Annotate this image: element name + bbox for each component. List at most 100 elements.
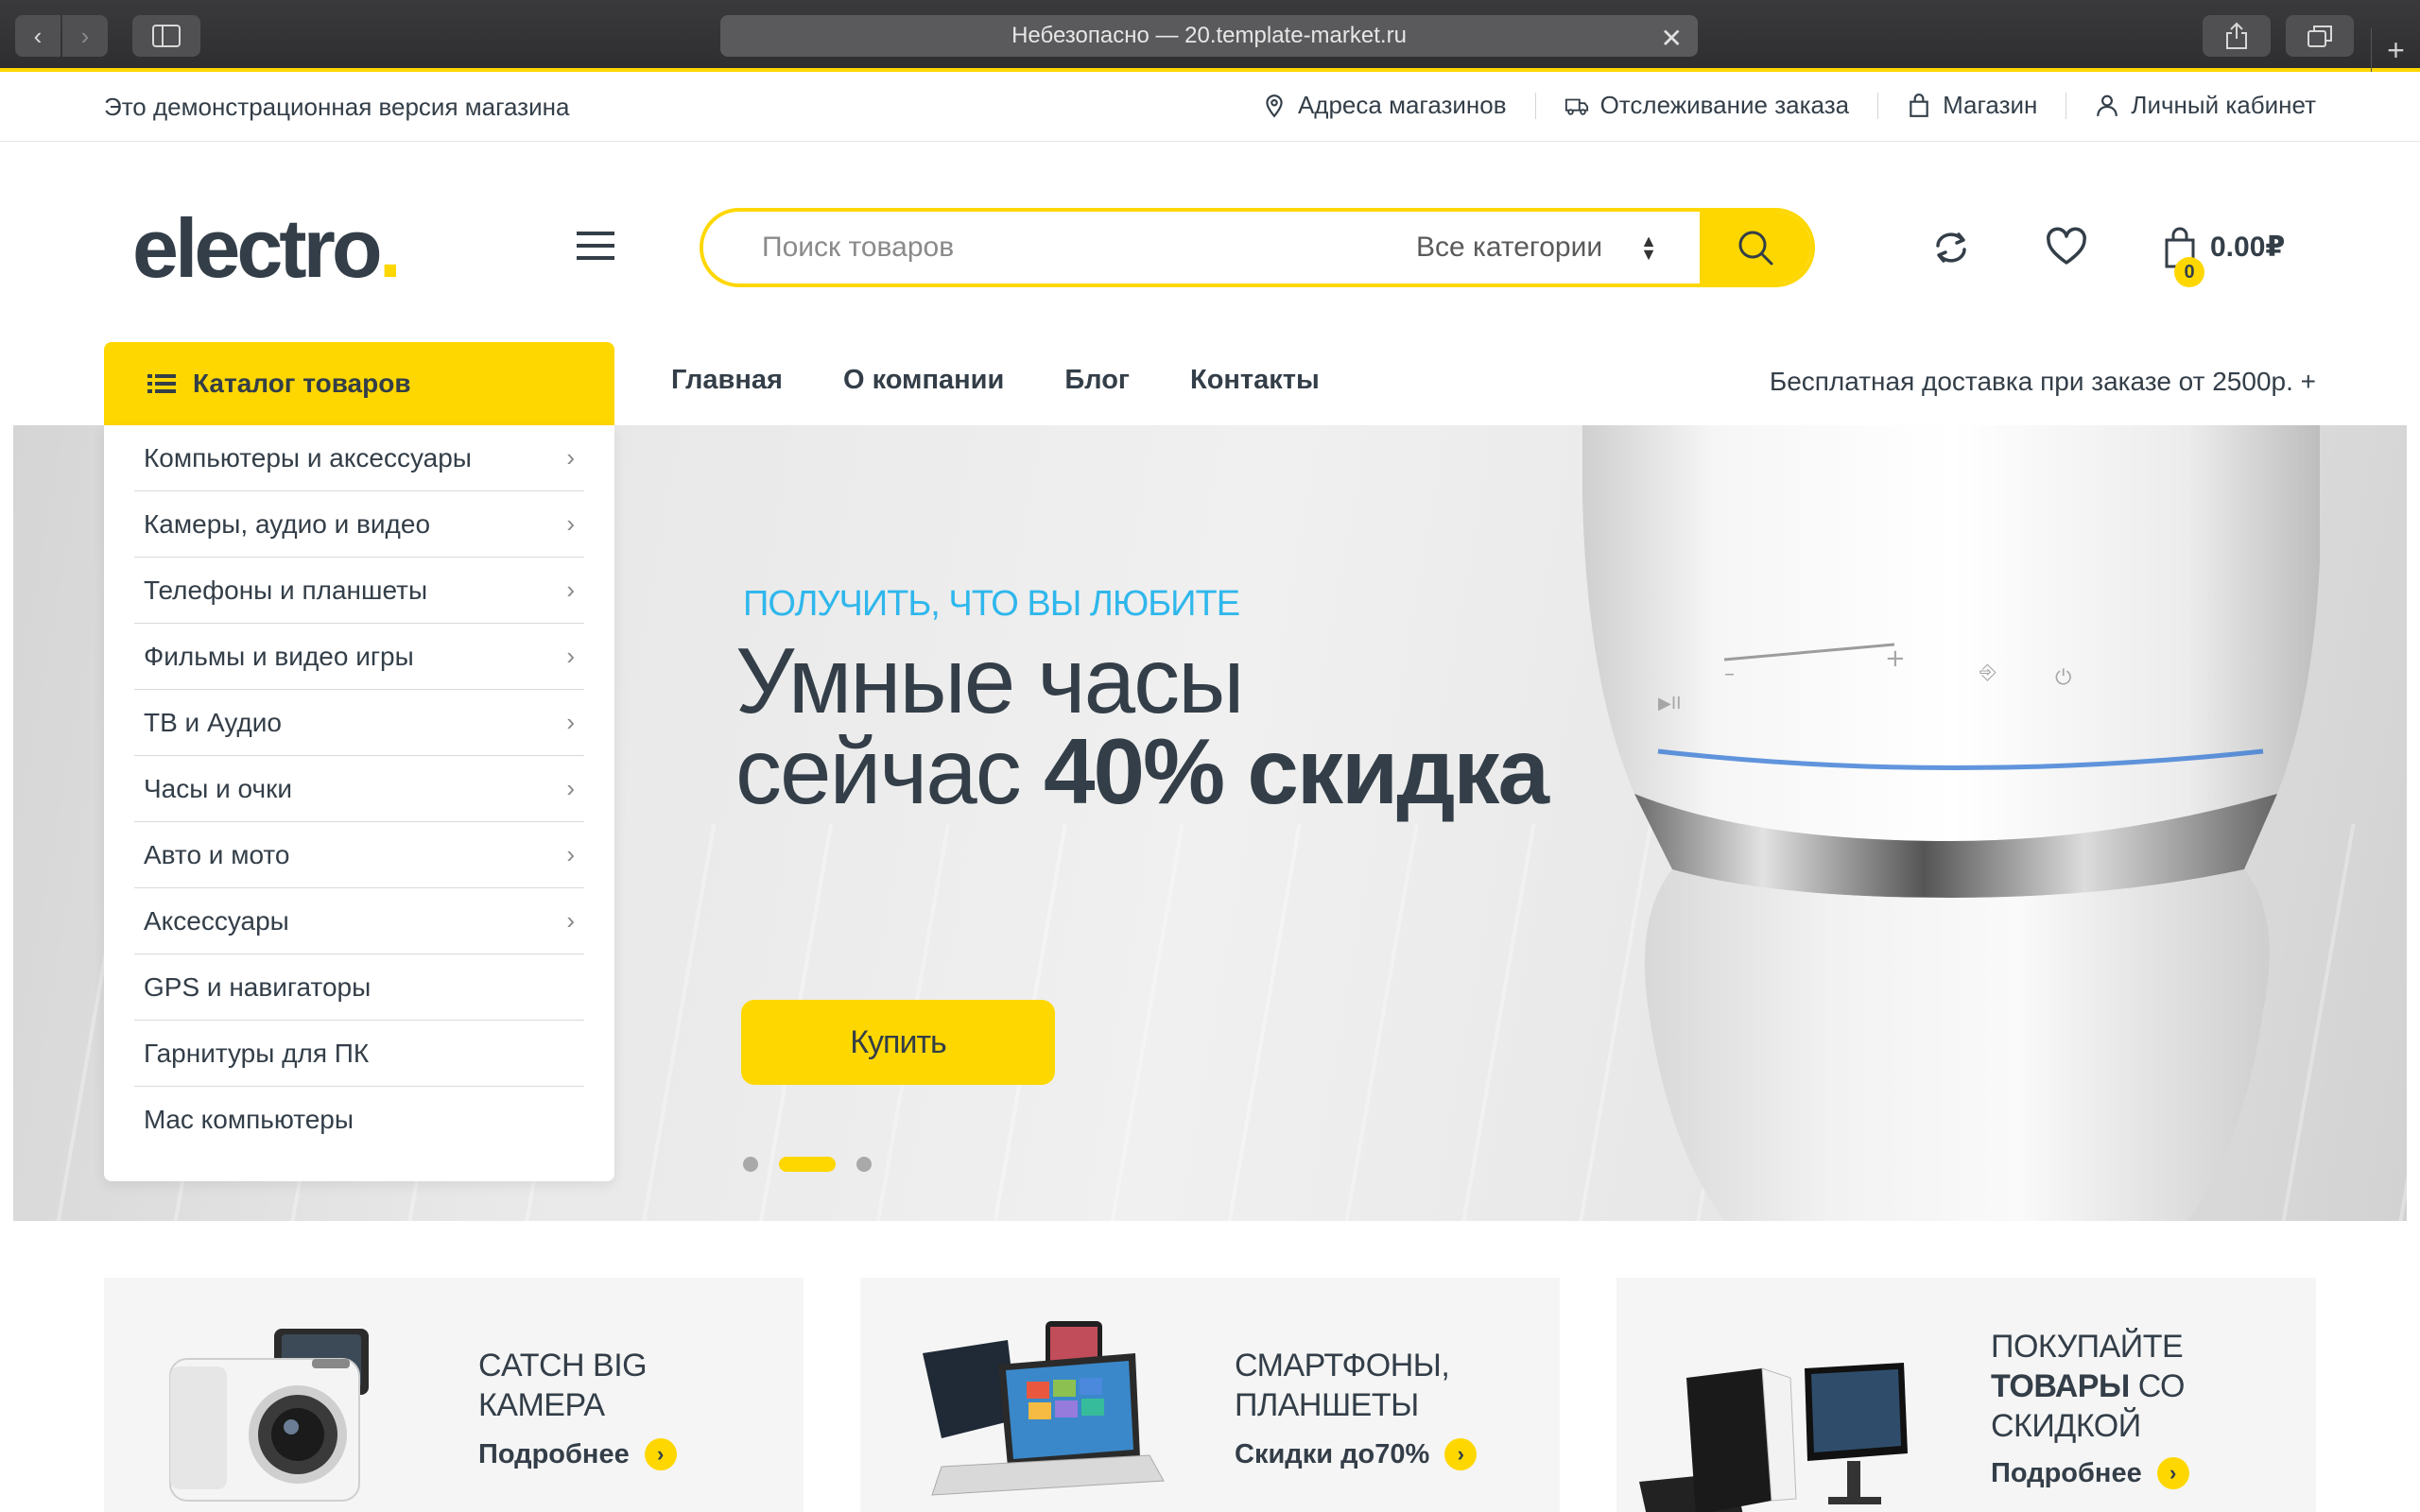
chevron-right-icon: › [566,443,575,472]
catalog-menu: Компьютеры и аксессуары › Камеры, аудио и … [104,425,614,1181]
catalog-item-label: Компьютеры и аксессуары [144,442,472,472]
browser-toolbar: ‹ › Небезопасно — 20.template-market.ru … [0,0,2420,72]
cart-total[interactable]: 0.00₽ [2210,231,2285,264]
catalog-item[interactable]: Авто и мото › [134,822,584,888]
speaker-product-image: ▶II – + ⎆ ⏻ [1582,425,2320,1221]
promo-smartphones-line1: СМАРТФОНЫ, [1235,1348,1450,1383]
chevron-right-icon: › [566,576,575,604]
top-links: Адреса магазинов Отслеживание заказа Маг… [1262,91,2316,120]
store-addresses-link[interactable]: Адреса магазинов [1262,91,1507,120]
desktop-pc-product-image [1639,1363,1908,1512]
nav-home[interactable]: Главная [671,365,783,396]
catalog-item[interactable]: Телефоны и планшеты › [134,558,584,624]
promo-smartphones-line2: ПЛАНШЕТЫ [1235,1387,1419,1423]
catalog-item[interactable]: GPS и навигаторы [134,954,584,1021]
catalog-item-label: Аксессуары [144,905,289,936]
promo-smartphones-link[interactable]: Скидки до70% › [1235,1438,1478,1470]
promo-camera-line1: CATCH BIG [478,1348,648,1383]
hero-title-line2: сейчас 40% скидка [735,725,1549,817]
catalog-item-label: Авто и мото [144,839,290,869]
chevron-right-icon: › [566,642,575,670]
store-addresses-label: Адреса магазинов [1297,91,1507,119]
chevron-right-icon: › [644,1438,677,1470]
category-select-value: Все категории [1416,232,1603,263]
new-tab-button[interactable]: + [2371,28,2420,72]
chevron-right-icon: › [2156,1457,2189,1489]
catalog-item-label: Mac компьютеры [144,1105,354,1134]
search-input[interactable] [703,212,1378,284]
catalog-item[interactable]: Компьютеры и аксессуары › [134,425,584,491]
catalog-item-label: Фильмы и видео игры [144,641,414,671]
catalog-item[interactable]: Камеры, аудио и видео › [134,491,584,558]
forward-button[interactable]: › [62,15,108,57]
heart-icon [2047,227,2086,265]
nav-about[interactable]: О компании [843,365,1004,396]
nav-contacts[interactable]: Контакты [1190,365,1320,396]
promo-camera-title: CATCH BIG КАМЕРА [478,1346,648,1425]
promo-card-smartphones[interactable]: СМАРТФОНЫ, ПЛАНШЕТЫ Скидки до70% › [860,1278,1560,1512]
order-tracking-link[interactable]: Отслеживание заказа [1564,91,1849,120]
chevron-right-icon: › [566,906,575,935]
catalog-toggle-button[interactable]: Каталог товаров [104,342,614,425]
hero-title: Умные часы сейчас 40% скидка [735,634,1549,817]
map-pin-icon [1266,94,1283,117]
catalog-item[interactable]: Часы и очки › [134,756,584,822]
hamburger-icon [577,232,614,235]
slide-dot-3[interactable] [856,1157,872,1172]
search-icon [1738,231,1773,266]
cart-count-badge: 0 [2174,257,2204,287]
svg-text:+: + [1885,644,1906,673]
compare-icon [1936,232,1966,263]
address-bar[interactable]: Небезопасно — 20.template-market.ru ✕ [720,15,1698,57]
promo-card-camera[interactable]: CATCH BIG КАМЕРА Подробнее › [104,1278,804,1512]
share-button[interactable] [2203,15,2271,57]
category-select[interactable]: Все категории ▲ ▼ [1378,212,1700,284]
catalog-item[interactable]: Аксессуары › [134,888,584,954]
svg-text:–: – [1724,662,1735,686]
promo-card-discounts[interactable]: ПОКУПАЙТЕ ТОВАРЫ СО СКИДКОЙ Подробнее › [1616,1278,2316,1512]
catalog-item[interactable]: Mac компьютеры [134,1087,584,1153]
wishlist-button[interactable] [2044,225,2089,270]
promo-camera-line2: КАМЕРА [478,1387,605,1423]
chevron-right-icon: › [566,509,575,538]
menu-toggle-button[interactable] [577,232,614,262]
catalog-item[interactable]: Фильмы и видео игры › [134,624,584,690]
slider-dots [743,1157,872,1172]
promo-discounts-link[interactable]: Подробнее › [1991,1457,2189,1489]
catalog-item-label: Телефоны и планшеты [144,575,428,605]
sidebar-toggle-button[interactable] [132,15,200,57]
share-icon [2226,22,2247,49]
select-arrows-icon: ▲ ▼ [1640,232,1657,264]
back-button[interactable]: ‹ [15,15,60,57]
chevron-right-icon: › [566,708,575,736]
main-nav: Главная О компании Блог Контакты [671,365,1320,396]
close-icon[interactable]: ✕ [1661,23,1683,54]
promo-discounts-rest: СО [2129,1368,2186,1404]
account-link[interactable]: Личный кабинет [2095,91,2316,120]
nav-blog[interactable]: Блог [1064,365,1130,396]
logo-text: electro [132,201,383,295]
show-tabs-button[interactable] [2286,15,2354,57]
shopping-bag-icon [1910,93,1928,117]
slide-dot-1[interactable] [743,1157,758,1172]
catalog-item-label: ТВ и Аудио [144,707,282,737]
catalog-item-label: Часы и очки [144,773,292,803]
site-logo[interactable]: electro. [132,200,402,297]
camera-product-image [169,1329,369,1502]
promo-camera-link[interactable]: Подробнее › [478,1438,677,1470]
account-label: Личный кабинет [2131,91,2316,119]
plus-icon: + [2387,33,2405,67]
catalog-item[interactable]: Гарнитуры для ПК [134,1021,584,1087]
tabs-icon [2308,26,2332,47]
search-button[interactable] [1700,212,1811,284]
catalog-item[interactable]: ТВ и Аудио › [134,690,584,756]
hero-title-bold: 40% скидка [1044,719,1549,823]
top-info-bar: Это демонстрационная версия магазина Адр… [0,72,2420,142]
buy-button[interactable]: Купить [741,1000,1055,1085]
divider [1534,92,1536,119]
promo-smartphones-link-label: Скидки до70% [1235,1438,1430,1469]
shop-link[interactable]: Магазин [1907,91,2037,120]
free-delivery-notice: Бесплатная доставка при заказе от 2500р.… [1769,367,2316,396]
compare-button[interactable] [1928,225,1974,270]
slide-dot-2[interactable] [779,1157,836,1172]
